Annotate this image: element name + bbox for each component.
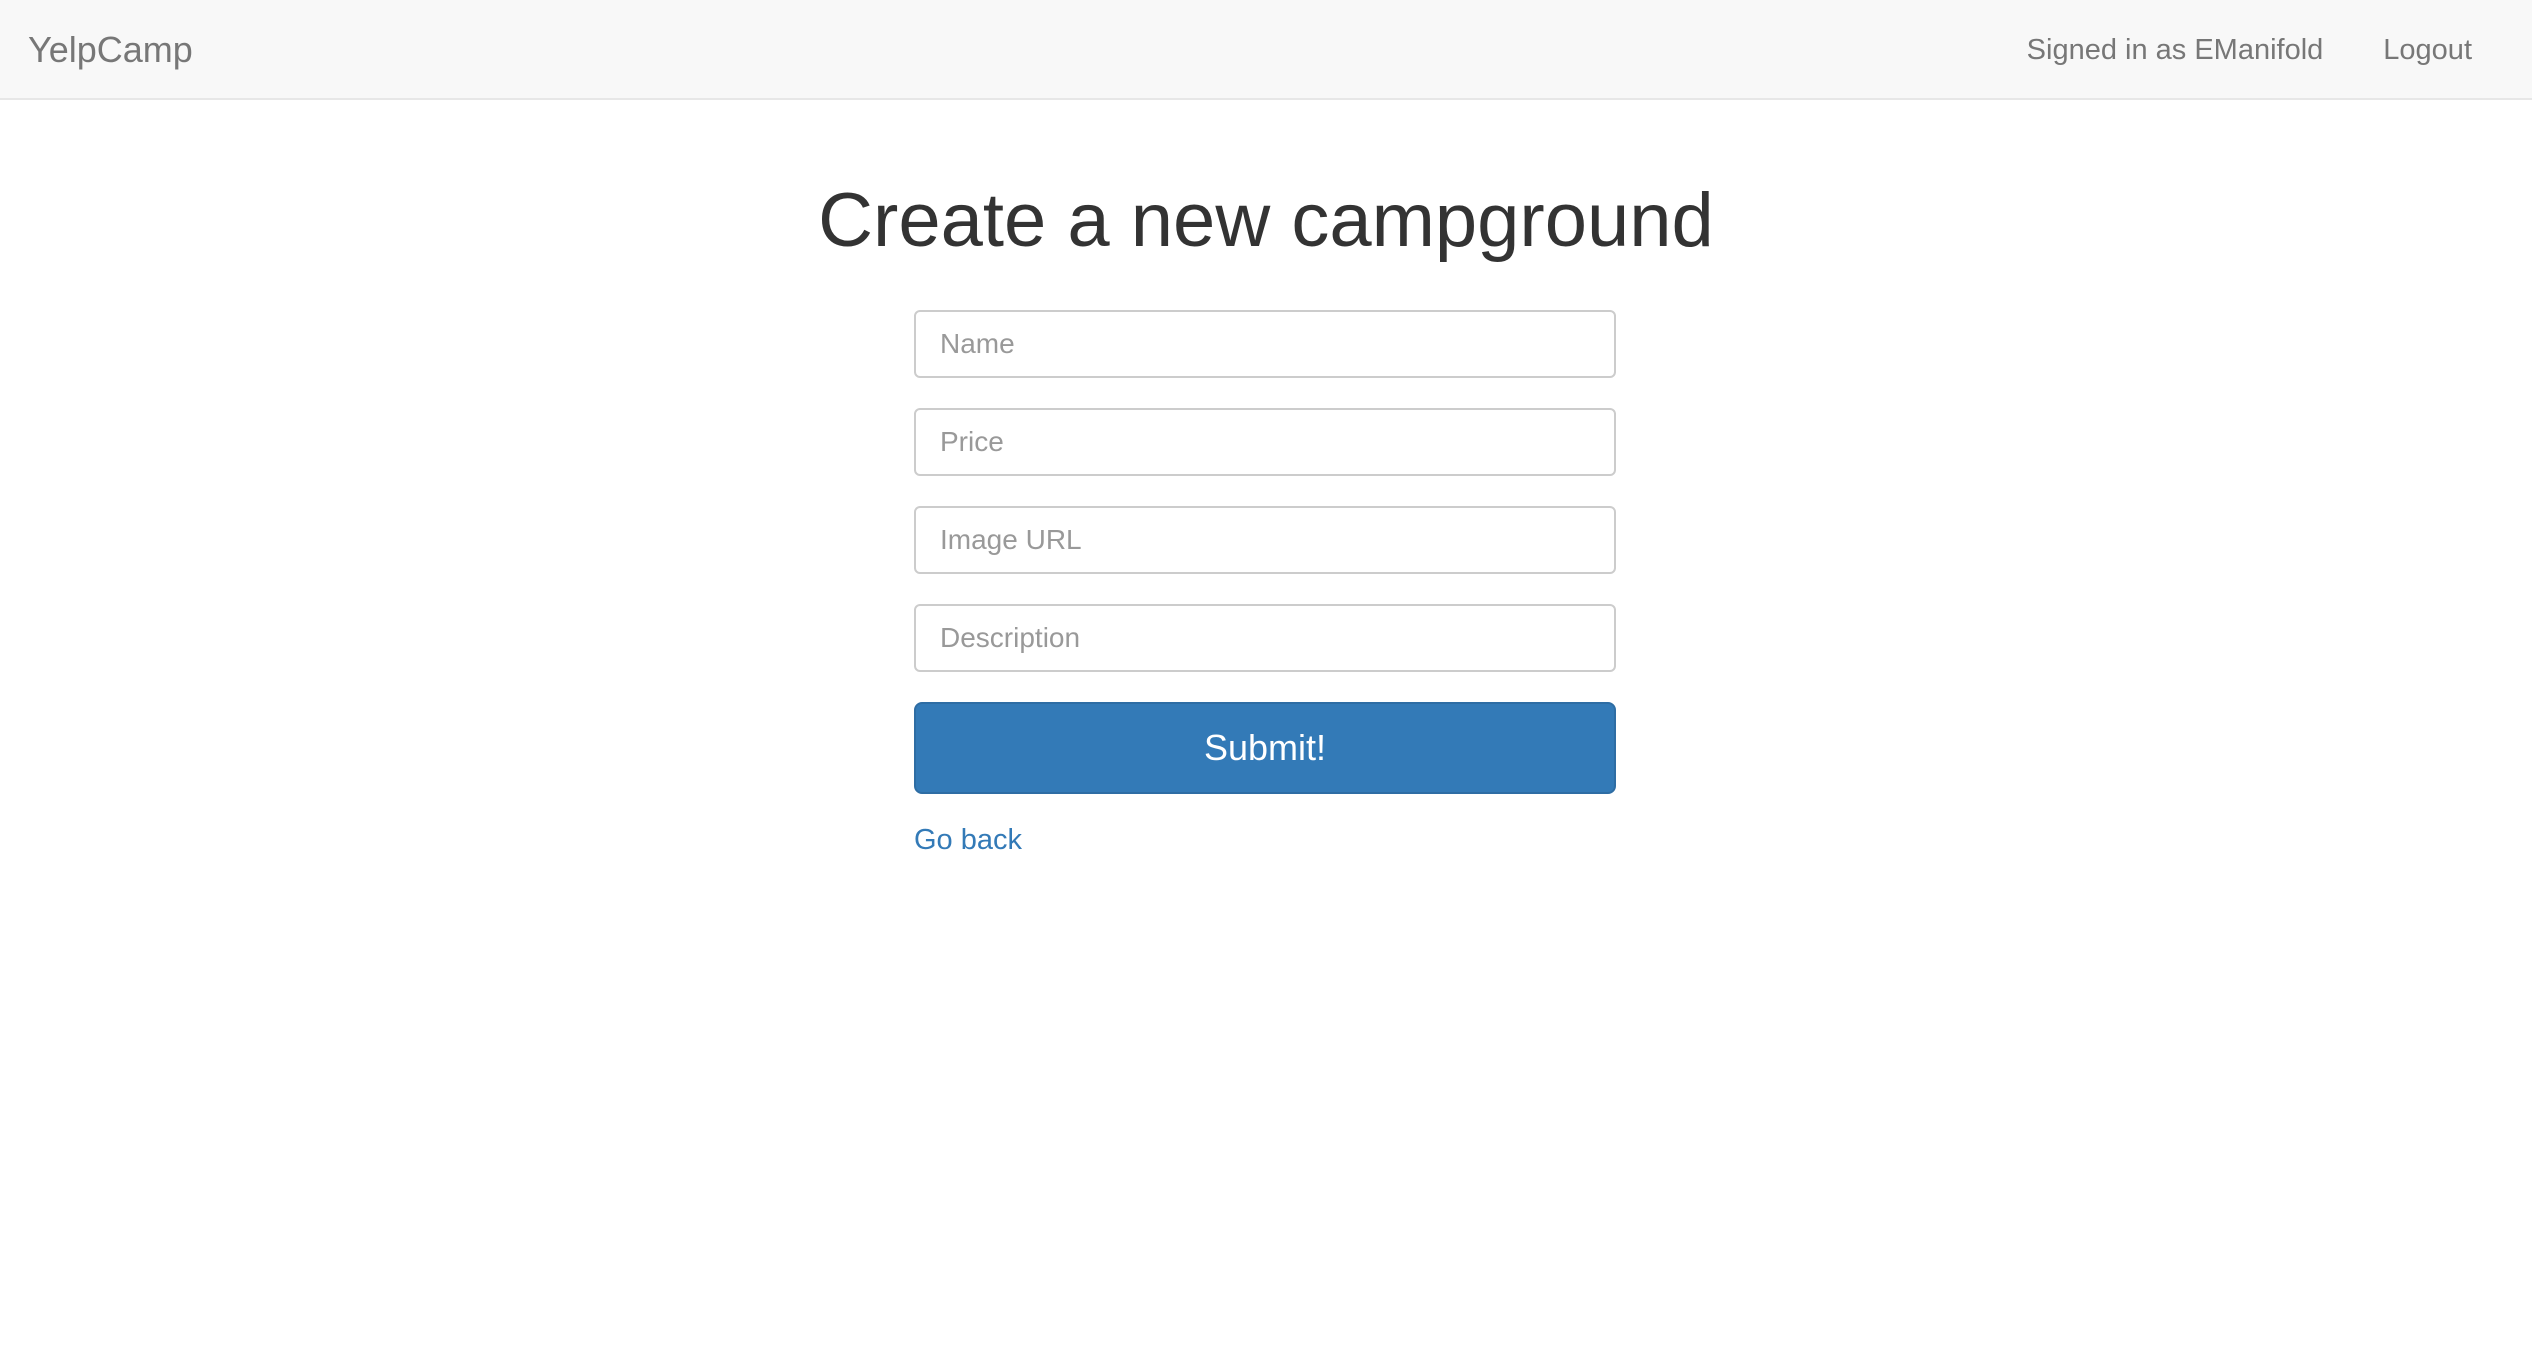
page-title: Create a new campground: [818, 178, 1714, 263]
name-input[interactable]: [914, 310, 1616, 378]
signed-in-user-link[interactable]: Signed in as EManifold: [2027, 0, 2324, 100]
description-input[interactable]: [914, 604, 1616, 672]
image-url-input[interactable]: [914, 506, 1616, 574]
top-navbar: YelpCamp Signed in as EManifold Logout: [0, 0, 2532, 100]
submit-button[interactable]: Submit!: [914, 702, 1616, 794]
navbar-right: Signed in as EManifold Logout: [2027, 0, 2532, 100]
new-campground-form: Submit! Go back: [914, 310, 1616, 857]
brand-link[interactable]: YelpCamp: [28, 0, 193, 100]
price-input[interactable]: [914, 408, 1616, 476]
go-back-link[interactable]: Go back: [914, 824, 1022, 857]
logout-link[interactable]: Logout: [2383, 0, 2472, 100]
